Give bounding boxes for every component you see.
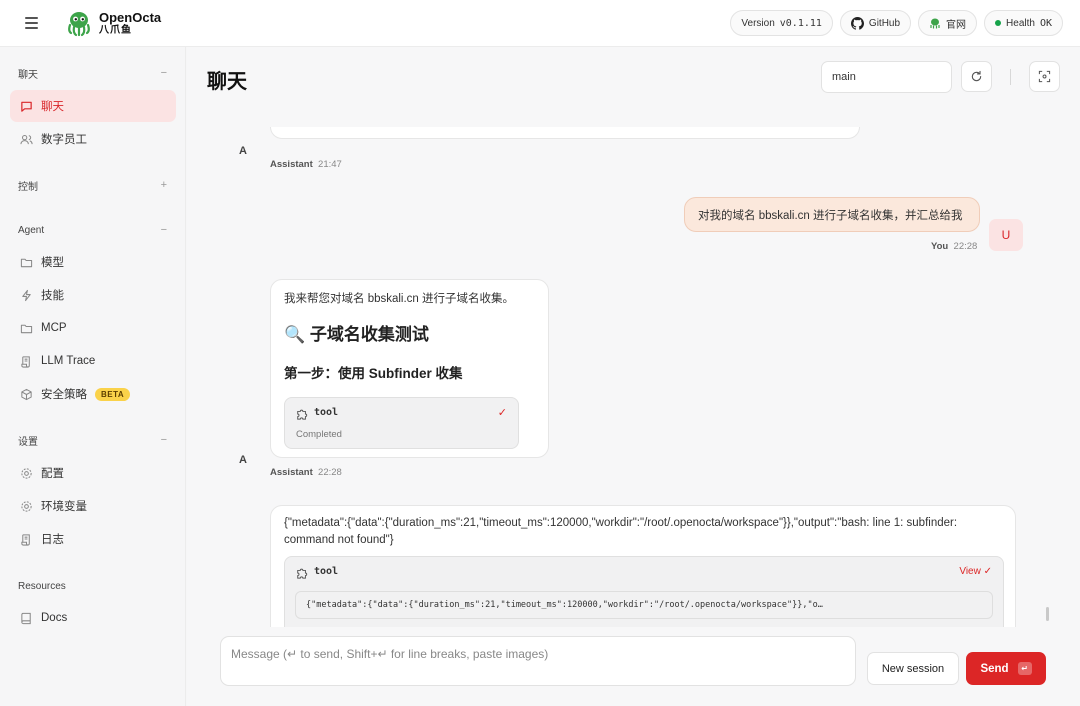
health-status-icon [995, 20, 1002, 26]
assistant-message-card: 我来帮您对域名 bbskali.cn 进行子域名收集。 🔍 子域名收集测试 第一… [270, 279, 549, 458]
message-heading: 🔍 子域名收集测试 [284, 325, 429, 344]
focus-icon [1038, 70, 1051, 83]
sidebar-item-env-vars[interactable]: 环境变量 [10, 490, 176, 522]
version-label: Version [741, 17, 775, 29]
session-key-input[interactable]: main [821, 61, 952, 93]
gear-icon [21, 467, 32, 479]
refresh-icon [971, 70, 982, 82]
refresh-button[interactable] [961, 61, 992, 92]
toolbar-divider [1010, 69, 1011, 85]
assistant-message-card-partial [270, 127, 860, 139]
sidebar: 聊天 − 聊天 数字员工 控制 + Agent − 模型 技能 MCP LLM … [0, 47, 186, 706]
message-subheading: 第一步：使用 Subfinder 收集 [284, 366, 463, 381]
users-icon [20, 134, 33, 144]
sidebar-item-security-policy[interactable]: 安全策略 BETA [10, 378, 176, 410]
section-chat-header[interactable]: 聊天 − [18, 66, 167, 81]
view-tool-link[interactable]: View ✓ [959, 566, 992, 577]
app-name: OpenOcta [99, 9, 162, 25]
version-pill: Version v0.1.11 [730, 10, 833, 36]
tool-output-preview: {"metadata":{"data":{"duration_ms":21,"t… [295, 591, 993, 619]
sidebar-item-docs[interactable]: Docs [10, 602, 176, 634]
assistant-avatar: A [239, 454, 247, 466]
message-meta: You 22:28 [931, 241, 978, 252]
website-button[interactable]: 官网 [918, 10, 978, 36]
section-settings-header[interactable]: 设置 − [18, 433, 167, 448]
tool-status: Completed [296, 429, 342, 440]
assistant-message-card: {"metadata":{"data":{"duration_ms":21,"t… [270, 505, 1016, 627]
health-value: OK [1039, 17, 1052, 29]
app-logo[interactable]: OpenOcta 八爪鱼 [65, 9, 161, 37]
health-pill: Health OK [984, 10, 1063, 36]
assistant-avatar: A [239, 145, 247, 157]
menu-icon[interactable] [25, 17, 45, 29]
tool-label: tool [314, 407, 339, 418]
folder-icon [20, 324, 33, 333]
sidebar-item-skills[interactable]: 技能 [10, 279, 176, 311]
health-label: Health [1006, 17, 1035, 29]
book-icon [21, 612, 31, 624]
sidebar-item-digital-staff[interactable]: 数字员工 [10, 123, 176, 155]
tool-call-card[interactable]: tool ✓ Completed [284, 397, 519, 449]
octopus-logo-icon [68, 12, 90, 37]
tool-output-text: {"metadata":{"data":{"duration_ms":21,"t… [284, 517, 958, 546]
enter-key-icon: ↵ [1017, 662, 1032, 675]
sidebar-item-mcp[interactable]: MCP [10, 312, 176, 344]
lightning-icon [22, 289, 31, 301]
version-value: v0.1.11 [779, 17, 822, 29]
user-avatar: U [989, 219, 1023, 251]
main-panel: 聊天 main A Assistant 21:47 对我的域名 bbskali.… [187, 47, 1080, 706]
check-icon: ✓ [497, 407, 507, 419]
message-text: 我来帮您对域名 bbskali.cn 进行子域名收集。 [284, 293, 515, 305]
focus-mode-button[interactable] [1029, 61, 1060, 92]
message-input[interactable]: Message (↵ to send, Shift+↵ for line bre… [220, 636, 856, 686]
chat-thread[interactable]: A Assistant 21:47 对我的域名 bbskali.cn 进行子域名… [187, 127, 1080, 627]
app-subtitle: 八爪鱼 [99, 24, 132, 36]
github-icon [850, 16, 864, 30]
send-label: Send [980, 662, 1009, 675]
gear-icon [21, 500, 32, 512]
send-button[interactable]: Send ↵ [966, 652, 1046, 685]
beta-badge: BETA [95, 387, 131, 401]
cube-icon [21, 388, 32, 400]
user-message-bubble: 对我的域名 bbskali.cn 进行子域名收集，并汇总给我 [684, 197, 980, 232]
puzzle-icon [297, 568, 308, 579]
page-title: 聊天 [207, 71, 247, 93]
tool-label: tool [314, 566, 339, 577]
sidebar-item-llm-trace[interactable]: LLM Trace [10, 345, 176, 377]
sidebar-item-logs[interactable]: 日志 [10, 523, 176, 555]
sidebar-item-chat[interactable]: 聊天 [10, 90, 176, 122]
section-control-header[interactable]: 控制 + [18, 178, 167, 193]
tool-call-card[interactable]: tool View ✓ {"metadata":{"data":{"durati… [284, 556, 1004, 627]
github-button[interactable]: GitHub [839, 10, 912, 36]
new-session-button[interactable]: New session [867, 652, 959, 685]
sidebar-item-models[interactable]: 模型 [10, 246, 176, 278]
github-label: GitHub [868, 17, 901, 29]
chat-bubble-icon [21, 101, 32, 112]
sidebar-item-config[interactable]: 配置 [10, 457, 176, 489]
octopus-small-icon [930, 18, 940, 29]
folder-icon [20, 258, 33, 267]
section-agent-header[interactable]: Agent − [18, 223, 167, 237]
puzzle-icon [297, 409, 308, 420]
website-label: 官网 [946, 19, 967, 31]
message-meta: Assistant 22:28 [270, 467, 342, 478]
scroll-icon [21, 355, 30, 368]
chat-scrollbar[interactable] [1046, 607, 1049, 621]
message-meta: Assistant 21:47 [270, 159, 342, 170]
scroll-icon [21, 533, 30, 546]
section-resources-header: Resources [18, 580, 66, 592]
top-bar: OpenOcta 八爪鱼 Version v0.1.11 GitHub 官网 H… [0, 0, 1080, 47]
